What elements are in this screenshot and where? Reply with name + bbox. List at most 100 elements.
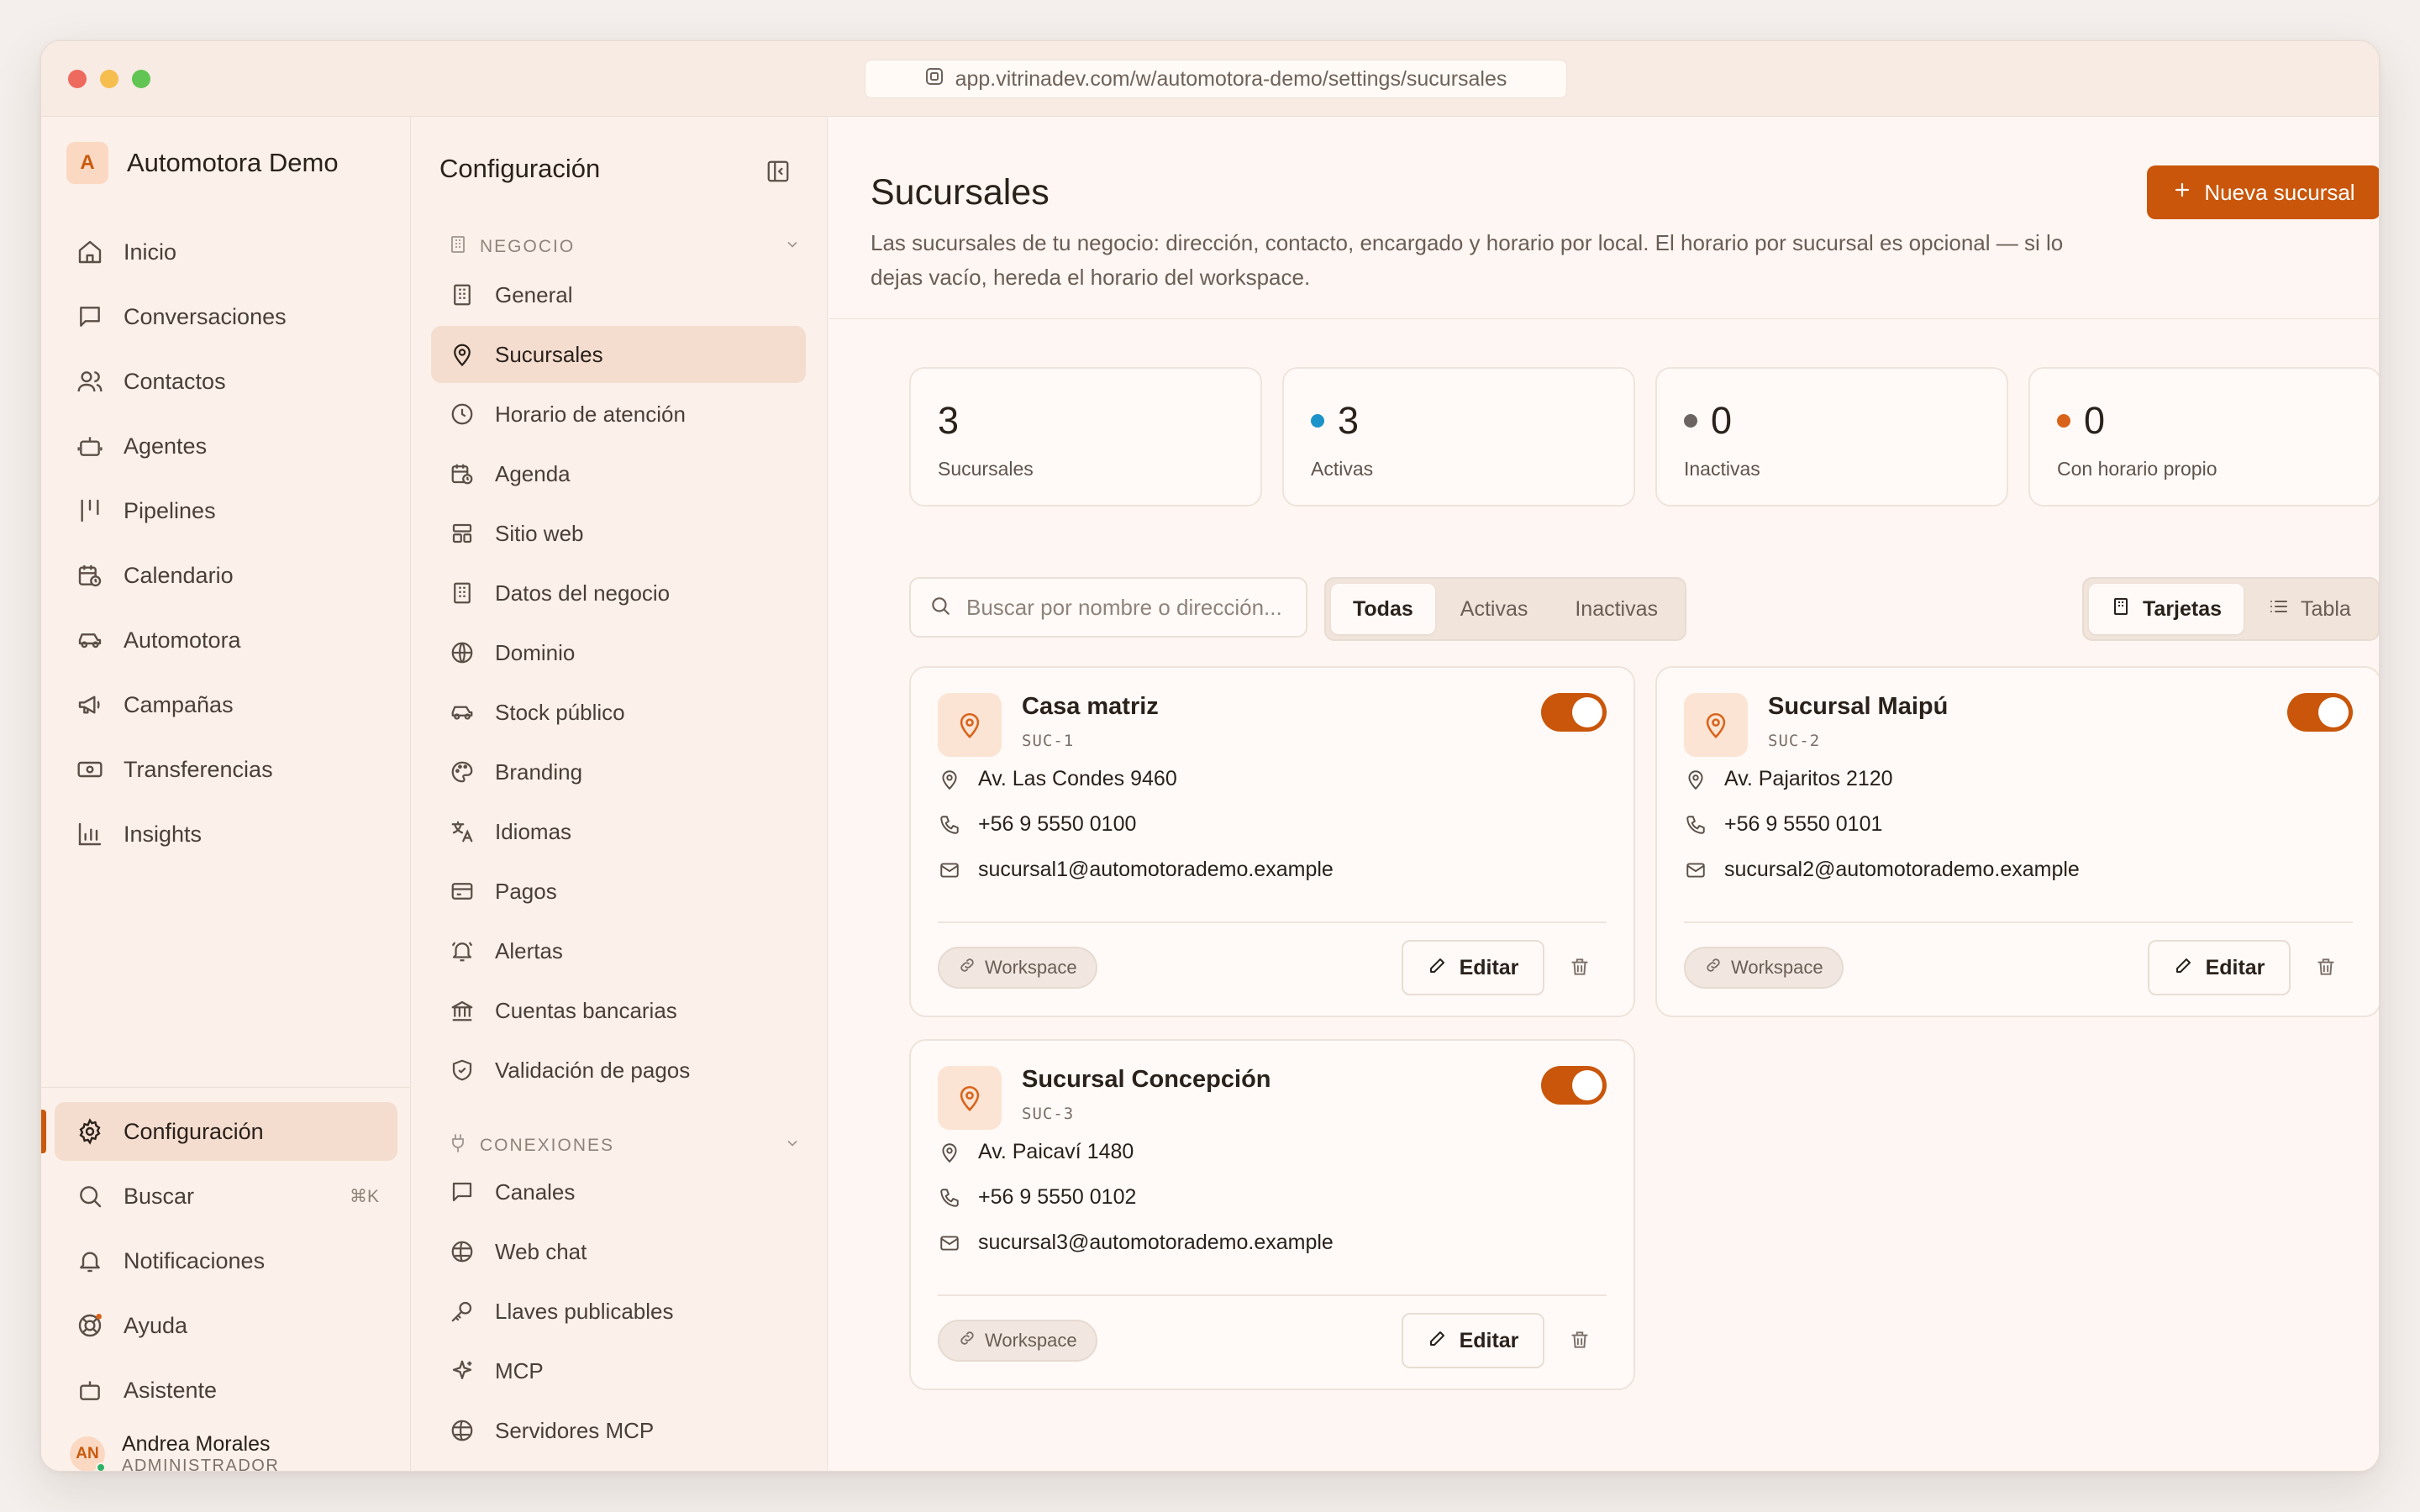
settings-item-label: Servidores MCP bbox=[495, 1417, 655, 1443]
branch-email: sucursal2@automotorademo.example bbox=[1684, 858, 2080, 882]
sidebar-item-notificaciones[interactable]: Notificaciones bbox=[55, 1231, 397, 1290]
map-pin-icon bbox=[938, 1066, 1002, 1130]
sidebar-item-label: Contactos bbox=[124, 368, 226, 394]
settings-item-label: Sitio web bbox=[495, 520, 584, 546]
bell-icon bbox=[75, 1246, 105, 1276]
settings-item-idiomas[interactable]: Idiomas bbox=[431, 803, 806, 860]
settings-item-llaves[interactable]: Llaves publicables bbox=[431, 1283, 806, 1340]
sidebar-item-asistente[interactable]: Asistente bbox=[55, 1361, 397, 1420]
delete-button[interactable] bbox=[2309, 952, 2343, 985]
users-icon bbox=[75, 366, 105, 396]
settings-item-dominio[interactable]: Dominio bbox=[431, 624, 806, 681]
translate-icon bbox=[448, 817, 476, 846]
building-icon bbox=[448, 234, 468, 260]
branch-phone: +56 9 5550 0101 bbox=[1684, 812, 1882, 837]
branch-active-toggle[interactable] bbox=[2287, 693, 2353, 732]
view-tabla[interactable]: Tabla bbox=[2247, 584, 2373, 634]
settings-item-validacion-pagos[interactable]: Validación de pagos bbox=[431, 1042, 806, 1099]
sidebar-item-insights[interactable]: Insights bbox=[55, 805, 397, 864]
key-icon bbox=[448, 1297, 476, 1326]
avatar-initials: AN bbox=[76, 1445, 99, 1463]
settings-item-mcp[interactable]: MCP bbox=[431, 1342, 806, 1399]
settings-item-horario[interactable]: Horario de atención bbox=[431, 386, 806, 443]
settings-item-stock-publico[interactable]: Stock público bbox=[431, 684, 806, 741]
sidebar-item-transferencias[interactable]: Transferencias bbox=[55, 740, 397, 799]
edit-button[interactable]: Editar bbox=[2148, 940, 2291, 995]
section-negocio-header[interactable]: NEGOCIO bbox=[448, 234, 801, 260]
section-label: CONEXIONES bbox=[480, 1136, 615, 1155]
sidebar-item-campanas[interactable]: Campañas bbox=[55, 675, 397, 734]
search-box[interactable] bbox=[909, 577, 1307, 638]
edit-label: Editar bbox=[2205, 955, 2265, 979]
sidebar-item-calendario[interactable]: Calendario bbox=[55, 546, 397, 605]
maximize-window-button[interactable] bbox=[132, 70, 150, 88]
sidebar-item-agentes[interactable]: Agentes bbox=[55, 417, 397, 475]
sidebar-item-conversaciones[interactable]: Conversaciones bbox=[55, 287, 397, 346]
sidebar-item-label: Automotora bbox=[124, 627, 241, 653]
settings-item-canales[interactable]: Canales bbox=[431, 1163, 806, 1221]
branch-active-toggle[interactable] bbox=[1541, 693, 1607, 732]
delete-button[interactable] bbox=[1563, 1325, 1597, 1358]
edit-button[interactable]: Editar bbox=[1402, 940, 1544, 995]
palette-icon bbox=[448, 758, 476, 786]
settings-item-datos-negocio[interactable]: Datos del negocio bbox=[431, 564, 806, 622]
filter-inactivas[interactable]: Inactivas bbox=[1553, 584, 1680, 634]
settings-item-alertas[interactable]: Alertas bbox=[431, 922, 806, 979]
branch-address: Av. Pajaritos 2120 bbox=[1684, 767, 1893, 791]
settings-item-label: General bbox=[495, 281, 573, 307]
search-icon bbox=[929, 595, 951, 621]
workspace-switcher[interactable]: A Automotora Demo bbox=[66, 142, 339, 184]
bot-icon bbox=[75, 431, 105, 461]
sidebar-item-buscar[interactable]: Buscar ⌘K bbox=[55, 1167, 397, 1226]
branch-address: Av. Las Condes 9460 bbox=[938, 767, 1177, 791]
globe-icon bbox=[448, 1416, 476, 1445]
edit-button[interactable]: Editar bbox=[1402, 1313, 1544, 1368]
sidebar-item-automotora[interactable]: Automotora bbox=[55, 611, 397, 669]
settings-item-branding[interactable]: Branding bbox=[431, 743, 806, 801]
filter-todas[interactable]: Todas bbox=[1331, 584, 1435, 634]
toggle-knob bbox=[2318, 697, 2349, 727]
close-window-button[interactable] bbox=[68, 70, 87, 88]
chevron-down-icon bbox=[784, 236, 801, 258]
settings-item-cuentas-bancarias[interactable]: Cuentas bancarias bbox=[431, 982, 806, 1039]
section-conexiones-header[interactable]: CONEXIONES bbox=[448, 1133, 801, 1158]
settings-title: Configuración bbox=[439, 154, 601, 183]
search-input[interactable] bbox=[966, 594, 1294, 621]
view-tarjetas[interactable]: Tarjetas bbox=[2089, 584, 2244, 634]
settings-item-general[interactable]: General bbox=[431, 266, 806, 323]
stat-label: Con horario propio bbox=[2057, 458, 2217, 480]
sidebar-divider bbox=[41, 1087, 411, 1088]
sidebar-item-label: Insights bbox=[124, 821, 203, 847]
branch-active-toggle[interactable] bbox=[1541, 1066, 1607, 1105]
collapse-panel-icon[interactable] bbox=[765, 159, 791, 188]
sidebar: A Automotora Demo Inicio Conversaciones … bbox=[41, 117, 411, 1471]
pipeline-icon bbox=[75, 496, 105, 526]
new-branch-label: Nueva sucursal bbox=[2204, 179, 2355, 205]
settings-item-agenda[interactable]: Agenda bbox=[431, 445, 806, 502]
main-content: Sucursales Las sucursales de tu negocio:… bbox=[829, 117, 2379, 1471]
filter-activas[interactable]: Activas bbox=[1439, 584, 1550, 634]
home-icon bbox=[75, 237, 105, 267]
minimize-window-button[interactable] bbox=[100, 70, 118, 88]
settings-item-web-chat[interactable]: Web chat bbox=[431, 1223, 806, 1280]
sidebar-item-inicio[interactable]: Inicio bbox=[55, 223, 397, 281]
url-bar[interactable]: app.vitrinadev.com/w/automotora-demo/set… bbox=[865, 60, 1567, 98]
settings-item-servidores-mcp[interactable]: Servidores MCP bbox=[431, 1402, 806, 1459]
settings-item-pagos[interactable]: Pagos bbox=[431, 863, 806, 920]
settings-item-sucursales[interactable]: Sucursales bbox=[431, 326, 806, 383]
branch-name: Sucursal Concepción bbox=[1022, 1066, 1271, 1093]
sidebar-item-ayuda[interactable]: Ayuda bbox=[55, 1296, 397, 1355]
delete-button[interactable] bbox=[1563, 952, 1597, 985]
branch-phone: +56 9 5550 0102 bbox=[938, 1185, 1136, 1210]
status-dot bbox=[1311, 414, 1324, 428]
schedule-label: Workspace bbox=[985, 957, 1077, 978]
branch-email: sucursal3@automotorademo.example bbox=[938, 1231, 1334, 1255]
new-branch-button[interactable]: Nueva sucursal bbox=[2147, 165, 2379, 219]
sidebar-item-configuracion[interactable]: Configuración bbox=[55, 1102, 397, 1161]
settings-item-label: Datos del negocio bbox=[495, 580, 671, 606]
sidebar-item-contactos[interactable]: Contactos bbox=[55, 352, 397, 411]
settings-item-sitio-web[interactable]: Sitio web bbox=[431, 505, 806, 562]
user-menu[interactable]: AN Andrea Morales ADMINISTRADOR bbox=[70, 1432, 279, 1471]
user-name: Andrea Morales bbox=[122, 1432, 271, 1456]
sidebar-item-pipelines[interactable]: Pipelines bbox=[55, 481, 397, 540]
